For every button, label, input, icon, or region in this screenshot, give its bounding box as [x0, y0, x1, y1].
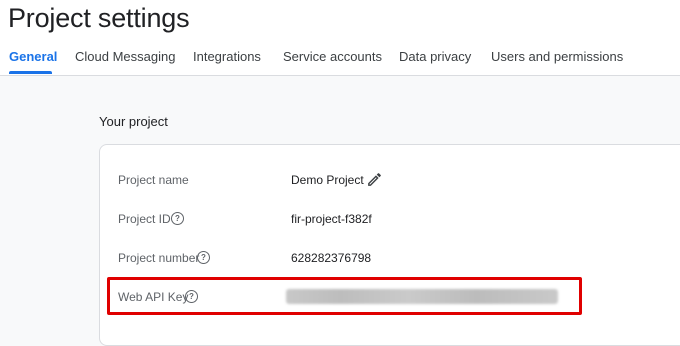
tab-general[interactable]: General — [9, 40, 57, 75]
tab-cloud-messaging[interactable]: Cloud Messaging — [75, 40, 175, 75]
section-heading: Your project — [99, 114, 168, 129]
highlight-annotation-box — [107, 277, 582, 315]
tab-integrations[interactable]: Integrations — [193, 40, 261, 75]
project-number-label: Project number — [118, 251, 200, 265]
page-title: Project settings — [8, 3, 190, 33]
tab-users-and-permissions[interactable]: Users and permissions — [491, 40, 623, 75]
tab-data-privacy[interactable]: Data privacy — [399, 40, 471, 75]
help-circle-icon[interactable]: ? — [171, 212, 184, 225]
project-number-value: 628282376798 — [291, 251, 372, 265]
project-name-label: Project name — [118, 173, 189, 187]
help-circle-icon[interactable]: ? — [197, 251, 210, 264]
tab-service-accounts[interactable]: Service accounts — [283, 40, 382, 75]
active-tab-indicator — [9, 71, 52, 74]
project-name-value: Demo Project — [291, 173, 364, 187]
project-id-label: Project ID — [118, 212, 171, 226]
pencil-icon[interactable] — [366, 171, 383, 188]
header: Project settings General Cloud Messaging… — [0, 0, 680, 76]
project-id-value: fir-project-f382f — [291, 212, 372, 226]
